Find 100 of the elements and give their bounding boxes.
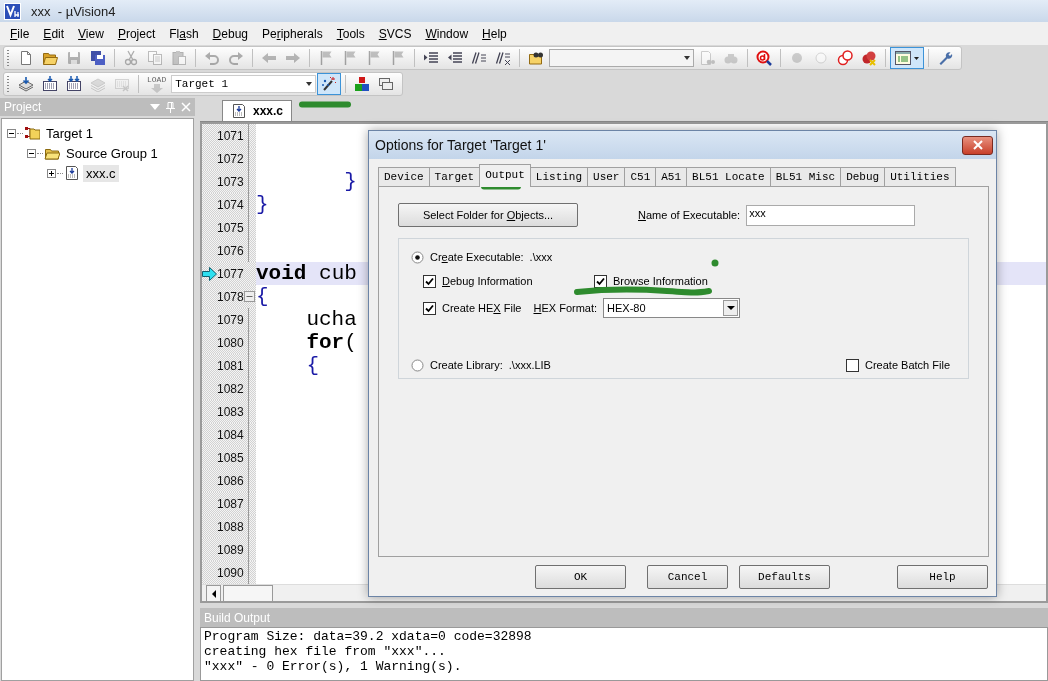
code-line: for( bbox=[305, 331, 357, 354]
code-line: { bbox=[256, 285, 269, 308]
wand-icon[interactable] bbox=[317, 73, 342, 95]
radio-button[interactable] bbox=[411, 250, 424, 264]
code-line: void cub bbox=[256, 262, 357, 285]
caret-icon[interactable] bbox=[304, 80, 313, 88]
caret-icon[interactable] bbox=[682, 54, 691, 62]
checkbox[interactable] bbox=[423, 301, 436, 315]
tab[interactable]: A51 bbox=[655, 167, 688, 186]
tab[interactable]: User bbox=[587, 167, 626, 186]
dialog-title: Options for Target 'Target 1' bbox=[375, 137, 547, 153]
tree-item[interactable]: xxx.c bbox=[83, 164, 119, 182]
left-arrow-icon bbox=[210, 588, 217, 599]
line-number: 1079 bbox=[217, 312, 242, 327]
menu-item[interactable]: Debug bbox=[205, 24, 255, 43]
collapse-icon[interactable] bbox=[7, 128, 16, 138]
panel-title: Project bbox=[4, 100, 43, 114]
line-number: 1081 bbox=[217, 358, 242, 373]
menu-item[interactable]: Help bbox=[475, 24, 514, 43]
checkbox[interactable] bbox=[846, 358, 859, 372]
line-number: 1082 bbox=[217, 381, 242, 396]
close-icon bbox=[972, 140, 983, 150]
dropdown[interactable]: HEX-80 bbox=[603, 298, 741, 318]
caret-icon[interactable] bbox=[726, 306, 735, 310]
checkbox-label[interactable]: Create HEX File bbox=[442, 302, 522, 314]
tab[interactable]: C51 bbox=[624, 167, 657, 186]
window-icon[interactable] bbox=[890, 47, 924, 69]
checkbox-label[interactable]: Create Batch File bbox=[865, 359, 950, 371]
tab[interactable]: Output bbox=[479, 164, 531, 187]
menu-item[interactable]: Tools bbox=[329, 24, 372, 43]
checkbox[interactable] bbox=[594, 274, 607, 288]
tree-item[interactable]: Source Group 1 bbox=[63, 144, 161, 162]
tab[interactable]: Utilities bbox=[884, 167, 956, 186]
path-text: .\xxx.LIB bbox=[508, 359, 551, 371]
menu-item[interactable]: SVCS bbox=[371, 24, 419, 43]
menu-item[interactable]: File bbox=[3, 24, 37, 43]
dialog-button[interactable]: Help bbox=[897, 565, 988, 589]
grip-handle[interactable] bbox=[7, 76, 9, 92]
collapse-icon[interactable] bbox=[27, 148, 36, 158]
line-number: 1086 bbox=[217, 473, 242, 488]
grip-handle[interactable] bbox=[7, 50, 9, 66]
menu-item[interactable]: Peripherals bbox=[255, 24, 330, 43]
scroll-left-button[interactable] bbox=[206, 585, 221, 601]
line-number: 1073 bbox=[217, 174, 242, 189]
tab[interactable]: Debug bbox=[840, 167, 886, 186]
file-icon bbox=[231, 103, 247, 119]
tree-item[interactable]: Target 1 bbox=[43, 124, 96, 142]
menu-item[interactable]: Window bbox=[418, 24, 476, 43]
expand-icon[interactable] bbox=[47, 168, 56, 178]
line-number: 1090 bbox=[217, 565, 242, 580]
line-number: 1085 bbox=[217, 450, 242, 465]
target-icon bbox=[24, 125, 40, 141]
line-number: 1077 bbox=[217, 266, 242, 281]
dropdown-field[interactable]: Target 1 bbox=[171, 75, 317, 93]
menu-item[interactable]: View bbox=[71, 24, 111, 43]
tab[interactable]: Device bbox=[378, 167, 430, 186]
line-number: 1088 bbox=[217, 519, 242, 534]
field-label: HEX Format: bbox=[533, 302, 598, 314]
line-number: 1084 bbox=[217, 427, 242, 442]
checkbox-label[interactable]: Browse Information bbox=[613, 275, 708, 287]
radio-button[interactable] bbox=[411, 358, 424, 372]
output-line: Program Size: data=39.2 xdata=0 code=32898 bbox=[204, 629, 532, 644]
scrollbar-thumb[interactable] bbox=[223, 585, 273, 601]
tab[interactable]: Target bbox=[428, 167, 481, 186]
line-number: 1089 bbox=[217, 542, 242, 557]
menu-item[interactable]: Flash bbox=[162, 24, 206, 43]
radio-label[interactable]: Create Executable: bbox=[430, 251, 524, 263]
line-number: 1072 bbox=[217, 151, 242, 166]
file-icon bbox=[64, 165, 80, 181]
code-line: { bbox=[305, 354, 319, 377]
window-title: xxx - µVision4 bbox=[31, 3, 116, 19]
panel-title: Build Output bbox=[204, 610, 271, 625]
close-button[interactable] bbox=[962, 135, 993, 155]
annotation-stroke bbox=[299, 101, 351, 108]
line-number: 1083 bbox=[217, 404, 242, 419]
dialog-button[interactable]: OK bbox=[535, 565, 626, 589]
input-field[interactable]: xxx bbox=[746, 204, 916, 226]
radio-label[interactable]: Create Library: bbox=[430, 359, 503, 371]
menu-item[interactable]: Project bbox=[110, 24, 163, 43]
dialog-button[interactable]: Cancel bbox=[647, 565, 728, 589]
checkbox[interactable] bbox=[423, 274, 436, 288]
line-number: 1080 bbox=[217, 335, 242, 350]
menu-item[interactable]: Edit bbox=[36, 24, 72, 43]
checkbox-label[interactable]: Debug Information bbox=[442, 275, 533, 287]
current-line-arrow-icon bbox=[202, 266, 217, 281]
tab[interactable]: BL51 Misc bbox=[769, 167, 842, 186]
dropdown-field[interactable] bbox=[549, 49, 694, 67]
app-logo-icon bbox=[4, 2, 21, 20]
line-number: 1076 bbox=[217, 243, 242, 258]
select-folder-button[interactable]: Select Folder for Objects... bbox=[398, 203, 578, 227]
code-line: } bbox=[343, 170, 357, 193]
code-line: ucha bbox=[305, 308, 357, 331]
dialog-button[interactable]: Defaults bbox=[739, 565, 830, 589]
file-tab[interactable]: xxx.c bbox=[222, 100, 293, 121]
code-line: } bbox=[256, 193, 269, 216]
tab[interactable]: BL51 Locate bbox=[686, 167, 771, 186]
tab[interactable]: Listing bbox=[529, 167, 589, 186]
path-text: .\xxx bbox=[529, 251, 553, 263]
output-line: "xxx" - 0 Error(s), 1 Warning(s). bbox=[204, 659, 462, 674]
field-label: Name of Executable: bbox=[638, 209, 741, 221]
